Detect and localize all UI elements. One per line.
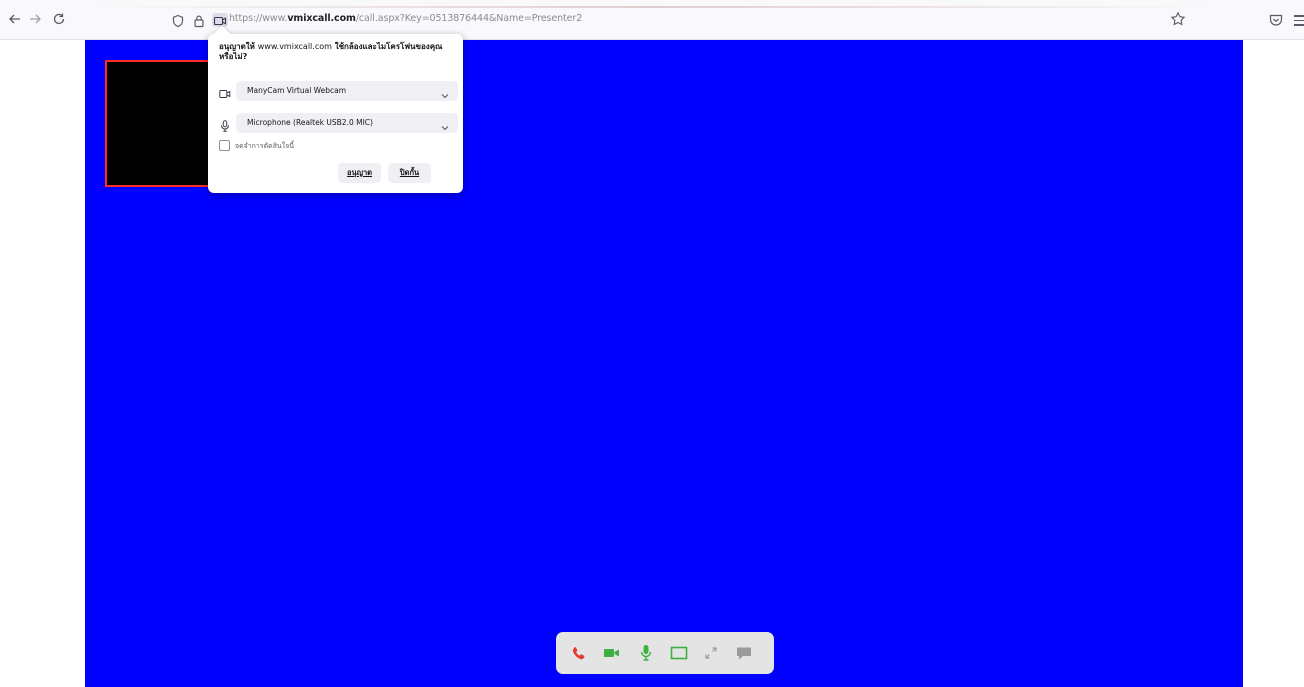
camera-select-value: ManyCam Virtual Webcam xyxy=(247,86,347,95)
camera-permission-icon[interactable] xyxy=(212,13,228,27)
screen-share-icon[interactable] xyxy=(667,642,691,664)
camera-outline-icon xyxy=(219,85,231,98)
camera-icon[interactable] xyxy=(600,642,624,664)
hangup-icon[interactable] xyxy=(567,642,591,664)
chevron-down-icon xyxy=(440,86,450,99)
reload-icon[interactable] xyxy=(50,12,68,30)
microphone-device-row: Microphone (Realtek USB2.0 MIC) xyxy=(216,113,458,133)
local-video-preview xyxy=(105,60,222,187)
block-button[interactable]: ปิดกั้น xyxy=(388,163,431,183)
permission-question-part1: อนุญาตให้ xyxy=(219,42,258,51)
url-path: /call.aspx?Key=0513876444&Name=Presenter… xyxy=(355,13,583,24)
camera-select[interactable]: ManyCam Virtual Webcam xyxy=(236,81,458,101)
microphone-select[interactable]: Microphone (Realtek USB2.0 MIC) xyxy=(236,113,458,133)
permission-host: www.vmixcall.com xyxy=(257,42,332,51)
camera-device-row: ManyCam Virtual Webcam xyxy=(216,81,458,101)
pocket-icon[interactable] xyxy=(1268,12,1284,28)
call-controls-bar xyxy=(556,632,774,674)
chevron-down-icon xyxy=(440,118,450,131)
back-arrow-icon[interactable] xyxy=(6,12,24,30)
expand-icon[interactable] xyxy=(699,642,723,664)
browser-toolbar: https://www.vmixcall.com/call.aspx?Key=0… xyxy=(0,0,1304,40)
url-domain: vmixcall.com xyxy=(287,13,356,24)
media-permission-popup: อนุญาตให้ www.vmixcall.com ใช้กล้องและไม… xyxy=(208,25,463,193)
microphone-icon[interactable] xyxy=(634,642,658,664)
forward-arrow-icon[interactable] xyxy=(26,12,44,30)
allow-button[interactable]: อนุญาต xyxy=(338,163,381,183)
url-prefix: https://www. xyxy=(229,13,288,24)
permission-question: อนุญาตให้ www.vmixcall.com ใช้กล้องและไม… xyxy=(219,42,455,62)
chat-icon[interactable] xyxy=(732,642,756,664)
address-bar[interactable]: https://www.vmixcall.com/call.aspx?Key=0… xyxy=(229,13,582,24)
remember-checkbox[interactable] xyxy=(219,140,230,151)
remember-label: จดจำการตัดสินใจนี้ xyxy=(235,142,295,150)
microphone-outline-icon xyxy=(219,117,231,132)
tracking-shield-icon[interactable] xyxy=(171,13,185,28)
lock-icon[interactable] xyxy=(192,13,206,28)
bookmark-star-icon[interactable] xyxy=(1169,11,1187,29)
hamburger-menu-icon[interactable] xyxy=(1294,12,1304,26)
tab-accent-line xyxy=(90,6,1214,8)
microphone-select-value: Microphone (Realtek USB2.0 MIC) xyxy=(247,118,373,127)
